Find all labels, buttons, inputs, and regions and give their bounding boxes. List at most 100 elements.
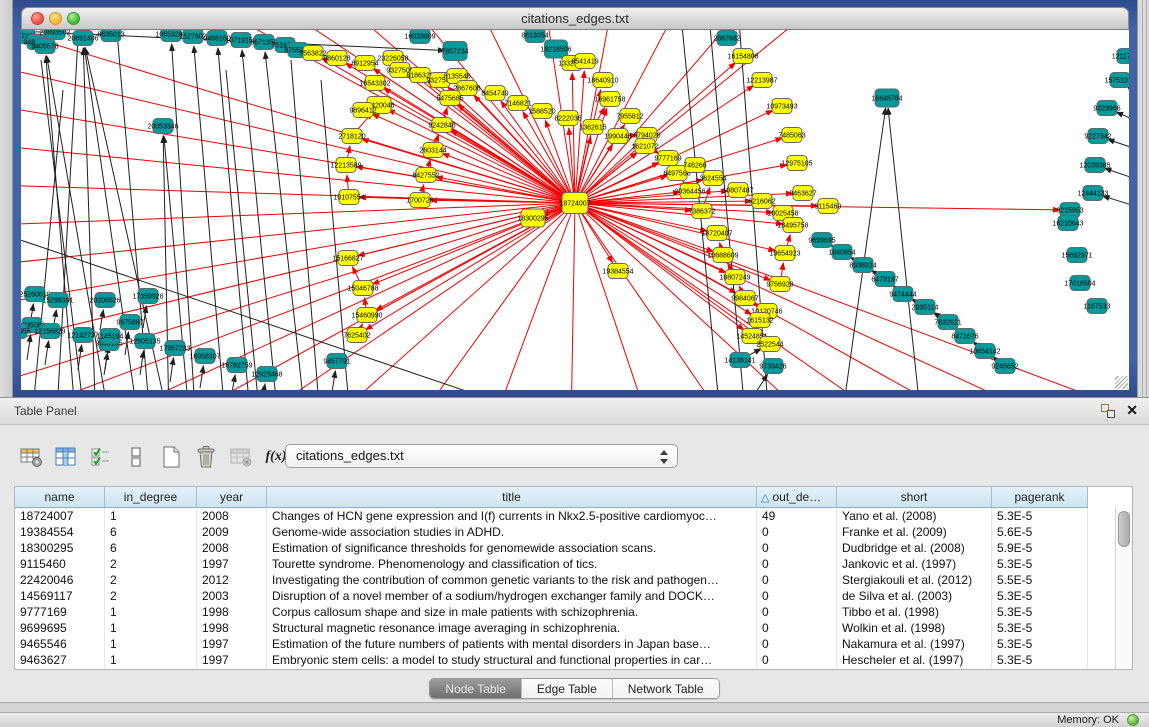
- network-node[interactable]: 16958107: [189, 349, 220, 364]
- delete-icon[interactable]: [193, 444, 219, 470]
- table-row[interactable]: 911546021997Tourette syndrome. Phenomeno…: [15, 556, 1132, 572]
- network-node[interactable]: 15046788: [347, 281, 378, 296]
- network-node[interactable]: 12975105: [781, 156, 812, 171]
- network-node[interactable]: 8635013: [97, 30, 124, 42]
- table-row[interactable]: 2242004622012Investigating the contribut…: [15, 572, 1132, 588]
- network-node[interactable]: 9699695: [808, 233, 835, 248]
- network-node[interactable]: 16210643: [1052, 216, 1083, 231]
- table-mode-icon[interactable]: [18, 444, 44, 470]
- column-header-year[interactable]: year: [197, 487, 267, 508]
- network-node[interactable]: 12213987: [746, 73, 777, 88]
- network-node[interactable]: 16782759: [221, 358, 252, 373]
- network-node[interactable]: 2887682: [713, 31, 740, 46]
- column-header-name[interactable]: name: [15, 487, 105, 508]
- column-header-pagerank[interactable]: pagerank: [992, 487, 1088, 508]
- network-node[interactable]: 16648784: [871, 89, 902, 107]
- network-node[interactable]: 10688609: [707, 248, 738, 263]
- new-table-icon[interactable]: [158, 444, 184, 470]
- network-node[interactable]: 1167533: [1084, 299, 1111, 314]
- tab-network-table[interactable]: Network Table: [612, 679, 719, 698]
- table-row[interactable]: 1456911722003Disruption of a novel membe…: [15, 588, 1132, 604]
- network-node[interactable]: 9245652: [991, 359, 1018, 374]
- network-node[interactable]: 17016504: [1064, 276, 1095, 291]
- network-node[interactable]: 15692971: [1061, 248, 1092, 263]
- float-window-icon[interactable]: [1101, 404, 1115, 418]
- minimize-button[interactable]: [49, 12, 62, 25]
- network-node[interactable]: 9329966: [1093, 101, 1120, 116]
- network-node[interactable]: 10654142: [969, 344, 1000, 359]
- network-node[interactable]: 8541419: [571, 54, 598, 69]
- network-node[interactable]: 25260610: [21, 287, 51, 302]
- network-node[interactable]: 2718120: [338, 129, 365, 144]
- network-node[interactable]: 8860128: [323, 51, 350, 66]
- network-node[interactable]: 20364456: [674, 184, 705, 199]
- table-row[interactable]: 1938455462009Genome-wide association stu…: [15, 524, 1132, 540]
- network-node[interactable]: 17359928: [132, 289, 163, 304]
- network-node[interactable]: 8938924: [849, 258, 876, 273]
- network-node[interactable]: 1527602: [179, 30, 206, 44]
- network-node[interactable]: 8813054: [521, 30, 548, 43]
- network-node[interactable]: 7146821: [504, 96, 531, 111]
- table-row[interactable]: 1830029562008Estimation of significance …: [15, 540, 1132, 556]
- network-node[interactable]: 9115460: [815, 199, 842, 214]
- network-node[interactable]: 10719155: [225, 33, 256, 48]
- column-header-out_de[interactable]: △out_de…: [757, 487, 837, 508]
- network-node[interactable]: 2603144: [419, 143, 446, 158]
- network-node[interactable]: 9896412: [349, 103, 376, 118]
- network-canvas[interactable]: 1687220194813682089350294055782069140686…: [21, 30, 1129, 390]
- network-node[interactable]: 7563822: [299, 46, 326, 61]
- network-node[interactable]: 5475685: [436, 91, 463, 106]
- network-node[interactable]: 15460990: [351, 308, 382, 323]
- network-node[interactable]: 18300295: [517, 209, 548, 227]
- network-node[interactable]: 1621072: [631, 139, 658, 154]
- network-node[interactable]: 8427552: [412, 168, 439, 183]
- table-row[interactable]: 946554611997Estimation of the future num…: [15, 636, 1132, 652]
- column-header-short[interactable]: short: [837, 487, 992, 508]
- network-node[interactable]: 3624554: [699, 171, 726, 186]
- network-node[interactable]: 9457791: [323, 354, 350, 369]
- row-options-icon[interactable]: [123, 444, 149, 470]
- tab-edge-table[interactable]: Edge Table: [521, 679, 612, 698]
- network-node[interactable]: 17957233: [159, 341, 190, 356]
- column-header-in_degree[interactable]: in_degree: [105, 487, 197, 508]
- network-node[interactable]: 9984067: [731, 291, 758, 306]
- network-node[interactable]: 19384554: [602, 264, 633, 279]
- network-node[interactable]: 18640910: [587, 73, 618, 88]
- table-row[interactable]: 977716911998Corpus callosum shape and si…: [15, 604, 1132, 620]
- vertical-scrollbar[interactable]: [1115, 508, 1132, 669]
- network-node[interactable]: 2935114: [912, 300, 939, 315]
- network-node[interactable]: 20053346: [147, 119, 178, 134]
- show-columns-icon[interactable]: [53, 444, 79, 470]
- close-panel-icon[interactable]: ✕: [1126, 402, 1138, 419]
- network-node[interactable]: 1990448: [604, 129, 631, 144]
- network-node[interactable]: 1640954: [828, 245, 855, 260]
- network-node[interactable]: 15751074: [1104, 73, 1129, 88]
- network-node[interactable]: 6216062: [748, 194, 775, 209]
- network-node[interactable]: 12117904: [1112, 49, 1129, 64]
- table-row[interactable]: 1872400712008Changes of HCN gene express…: [15, 508, 1132, 524]
- network-node[interactable]: 8471676: [951, 329, 978, 344]
- network-node[interactable]: 9463627: [789, 186, 816, 201]
- network-node[interactable]: 18724007: [559, 193, 590, 214]
- network-node[interactable]: 1588520: [528, 104, 555, 119]
- network-node[interactable]: 7386372: [688, 204, 715, 219]
- network-node[interactable]: 7632621: [934, 315, 961, 330]
- network-node[interactable]: 9466160: [203, 31, 230, 46]
- table-select-dropdown[interactable]: citations_edges.txt: [285, 444, 678, 468]
- network-node[interactable]: 10653287: [155, 30, 186, 42]
- table-row[interactable]: 946362711997Embryonic stem cells: a mode…: [15, 652, 1132, 668]
- close-button[interactable]: [31, 12, 44, 25]
- network-node[interactable]: 12505135: [129, 334, 160, 349]
- network-node[interactable]: 2522544: [756, 337, 783, 352]
- network-node[interactable]: 1145194: [97, 329, 124, 344]
- zoom-button[interactable]: [67, 12, 80, 25]
- network-node[interactable]: 7955812: [616, 109, 643, 124]
- network-node[interactable]: 20691406: [67, 31, 98, 46]
- network-node[interactable]: 12444133: [1077, 186, 1108, 201]
- network-node[interactable]: 9756928: [766, 277, 793, 292]
- network-window-titlebar[interactable]: citations_edges.txt: [21, 7, 1129, 30]
- memory-status-icon[interactable]: [1127, 714, 1139, 726]
- network-node[interactable]: 19654923: [769, 246, 800, 261]
- network-node[interactable]: 1362615: [579, 120, 606, 135]
- column-header-title[interactable]: title: [267, 487, 757, 508]
